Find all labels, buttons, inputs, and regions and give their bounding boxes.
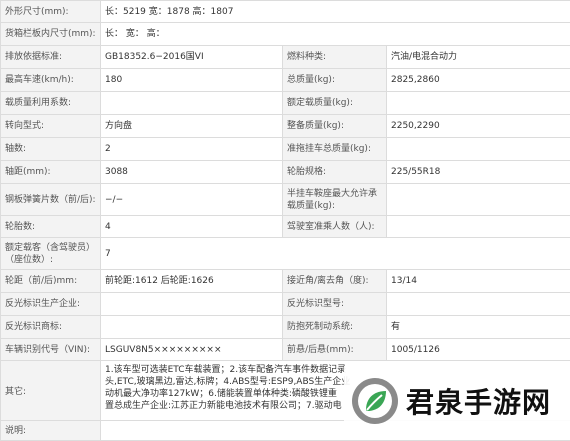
value-emission-standard: GB18352.6−2016国VI	[101, 46, 283, 69]
value-wheelbase: 3088	[101, 161, 283, 184]
value-fuel-type: 汽油/电混合动力	[387, 46, 570, 69]
spec-row-cargo-box: 货箱栏板内尺寸(mm): 长： 宽： 高：	[1, 23, 570, 46]
label-rated-passengers: 额定载客（含驾驶员）（座位数）:	[1, 238, 101, 270]
value-saddle-load	[387, 184, 570, 216]
spec-row: 最高车速(km/h): 180 总质量(kg): 2825,2860	[1, 69, 570, 92]
label-reflector-brand: 反光标识商标:	[1, 316, 101, 339]
spec-row: 轮距（前/后)mm: 前轮距:1612 后轮距:1626 接近角/离去角（度):…	[1, 270, 570, 293]
watermark: 君泉手游网	[344, 366, 570, 436]
label-cab-capacity: 驾驶室准乘人数（人):	[283, 216, 387, 238]
spec-row: 载质量利用系数: 额定载质量(kg):	[1, 92, 570, 115]
value-track-width: 前轮距:1612 后轮距:1626	[101, 270, 283, 293]
label-cargo-box-dimensions: 货箱栏板内尺寸(mm):	[1, 23, 101, 46]
label-overhang: 前悬/后悬(mm):	[283, 339, 387, 361]
value-rated-passengers: 7	[101, 238, 570, 270]
spec-row: 反光标识商标: 防抱死制动系统: 有	[1, 316, 570, 339]
value-load-coefficient	[101, 92, 283, 115]
label-curb-mass: 整备质量(kg):	[283, 115, 387, 138]
label-approach-departure-angle: 接近角/离去角（度):	[283, 270, 387, 293]
value-approach-departure-angle: 13/14	[387, 270, 570, 293]
spec-row-passengers: 额定载客（含驾驶员）（座位数）: 7	[1, 238, 570, 270]
label-axle-count: 轴数:	[1, 138, 101, 161]
label-abs: 防抱死制动系统:	[283, 316, 387, 339]
label-outer-dimensions: 外形尺寸(mm):	[1, 1, 101, 23]
value-overhang: 1005/1126	[387, 339, 570, 361]
label-vin: 车辆识别代号（VIN):	[1, 339, 101, 361]
label-steering-type: 转向型式:	[1, 115, 101, 138]
value-tire-spec: 225/55R18	[387, 161, 570, 184]
label-rated-load: 额定载质量(kg):	[283, 92, 387, 115]
value-reflector-model	[387, 293, 570, 316]
label-notes: 说明:	[1, 421, 101, 441]
value-abs: 有	[387, 316, 570, 339]
value-axle-count: 2	[101, 138, 283, 161]
label-gross-mass: 总质量(kg):	[283, 69, 387, 92]
spec-row: 排放依据标准: GB18352.6−2016国VI 燃料种类: 汽油/电混合动力	[1, 46, 570, 69]
value-cargo-box-dimensions: 长： 宽： 高：	[101, 23, 570, 46]
value-tire-count: 4	[101, 216, 283, 238]
leaf-logo-icon	[352, 378, 398, 424]
spec-row: 轴数: 2 准拖挂车总质量(kg):	[1, 138, 570, 161]
label-reflector-model: 反光标识型号:	[283, 293, 387, 316]
value-rated-load	[387, 92, 570, 115]
value-steering-type: 方向盘	[101, 115, 283, 138]
spec-row: 轴距(mm): 3088 轮胎规格: 225/55R18	[1, 161, 570, 184]
label-saddle-load: 半挂车鞍座最大允许承载质量(kg):	[283, 184, 387, 216]
value-trailer-mass	[387, 138, 570, 161]
label-tire-spec: 轮胎规格:	[283, 161, 387, 184]
spec-row: 转向型式: 方向盘 整备质量(kg): 2250,2290	[1, 115, 570, 138]
value-reflector-maker	[101, 293, 283, 316]
value-vin: LSGUV8N5×××××××××	[101, 339, 283, 361]
value-gross-mass: 2825,2860	[387, 69, 570, 92]
label-trailer-mass: 准拖挂车总质量(kg):	[283, 138, 387, 161]
label-fuel-type: 燃料种类:	[283, 46, 387, 69]
value-cab-capacity	[387, 216, 570, 238]
label-other: 其它:	[1, 361, 101, 421]
label-emission-standard: 排放依据标准:	[1, 46, 101, 69]
spec-row: 轮胎数: 4 驾驶室准乘人数（人):	[1, 216, 570, 238]
spec-row: 车辆识别代号（VIN): LSGUV8N5××××××××× 前悬/后悬(mm)…	[1, 339, 570, 361]
spec-row: 反光标识生产企业: 反光标识型号:	[1, 293, 570, 316]
label-max-speed: 最高车速(km/h):	[1, 69, 101, 92]
watermark-text: 君泉手游网	[406, 381, 551, 421]
value-reflector-brand	[101, 316, 283, 339]
label-wheelbase: 轴距(mm):	[1, 161, 101, 184]
value-leaf-springs: −/−	[101, 184, 283, 216]
spec-row: 钢板弹簧片数（前/后): −/− 半挂车鞍座最大允许承载质量(kg):	[1, 184, 570, 216]
label-tire-count: 轮胎数:	[1, 216, 101, 238]
label-reflector-maker: 反光标识生产企业:	[1, 293, 101, 316]
value-max-speed: 180	[101, 69, 283, 92]
label-load-coefficient: 载质量利用系数:	[1, 92, 101, 115]
label-track-width: 轮距（前/后)mm:	[1, 270, 101, 293]
value-curb-mass: 2250,2290	[387, 115, 570, 138]
label-leaf-springs: 钢板弹簧片数（前/后):	[1, 184, 101, 216]
spec-row-dimensions: 外形尺寸(mm): 长：5219 宽：1878 高：1807	[1, 1, 570, 23]
value-outer-dimensions: 长：5219 宽：1878 高：1807	[101, 1, 570, 23]
